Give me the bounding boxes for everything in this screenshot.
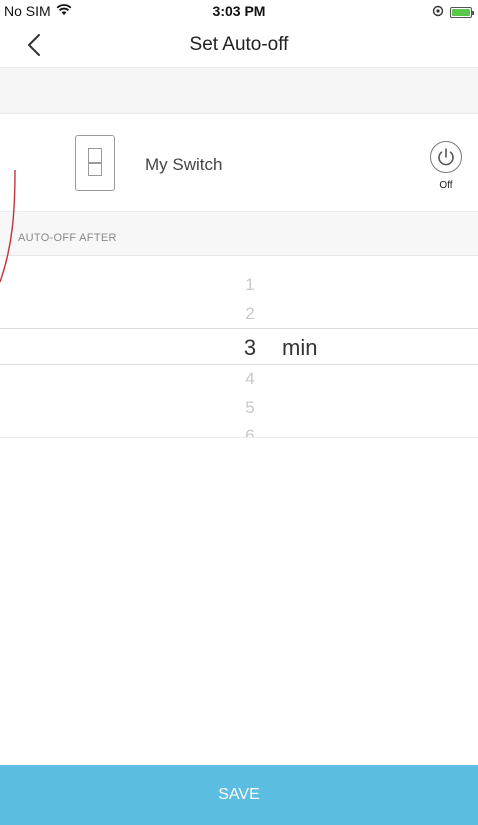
picker-unit-label: min	[282, 335, 318, 360]
picker-option[interactable]: 4	[230, 369, 270, 389]
save-button[interactable]: SAVE	[0, 765, 478, 825]
status-right	[432, 4, 474, 20]
device-name: My Switch	[145, 155, 223, 174]
spacer-band	[0, 68, 478, 114]
auto-off-picker[interactable]: 1 2 3 4 5 6 min	[0, 256, 478, 438]
set-auto-off-screen: No SIM 3:03 PM Set Auto-off My Switch Of…	[0, 0, 478, 825]
section-title: AUTO-OFF AFTER	[18, 232, 117, 244]
picker-option[interactable]: 5	[230, 398, 270, 418]
section-header: AUTO-OFF AFTER	[0, 212, 478, 256]
picker-selection-bottom-line	[0, 364, 478, 365]
status-bar: No SIM 3:03 PM	[0, 0, 478, 22]
picker-option-selected[interactable]: 3	[230, 335, 270, 361]
red-annotation-stroke	[0, 170, 16, 283]
battery-icon	[450, 6, 474, 18]
picker-option[interactable]: 6	[230, 426, 270, 437]
picker-option[interactable]: 1	[230, 275, 270, 295]
picker-option[interactable]: 2	[230, 304, 270, 324]
power-icon	[438, 148, 454, 166]
power-state-label: Off	[439, 180, 453, 191]
orientation-lock-icon	[432, 4, 444, 20]
device-row: My Switch	[0, 114, 478, 212]
page-title: Set Auto-off	[189, 34, 289, 55]
clock: 3:03 PM	[212, 3, 266, 19]
nav-bar: Set Auto-off	[0, 22, 478, 68]
light-switch-icon	[75, 135, 115, 191]
picker-selection-top-line	[0, 328, 478, 329]
power-button[interactable]	[430, 141, 462, 173]
